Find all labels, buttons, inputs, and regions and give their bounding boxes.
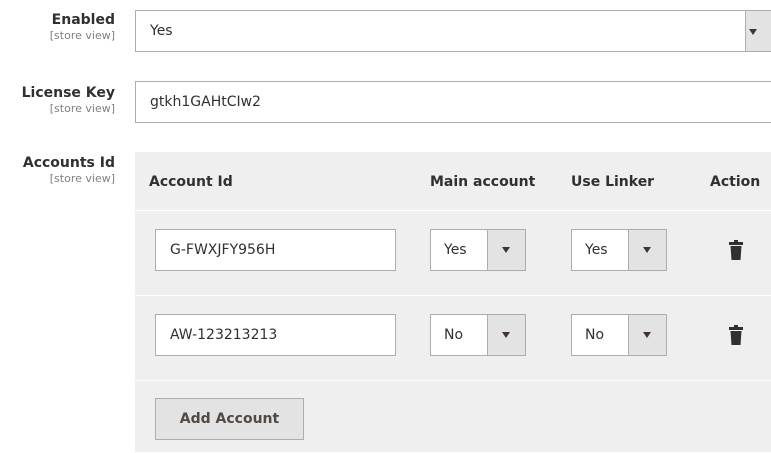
main-account-select[interactable]: Yes [430,229,526,271]
use-linker-select[interactable]: No [571,314,667,356]
main-account-select[interactable]: No [430,314,526,356]
main-account-toggle[interactable] [487,230,525,270]
license-key-value: gtkh1GAHtCIw2 [150,94,261,110]
license-key-label: License Key [21,85,115,101]
header-account-id: Account Id [149,174,233,190]
chevron-down-icon [502,332,510,338]
use-linker-select[interactable]: Yes [571,229,667,271]
license-key-label-group: License Key [store view] [22,85,115,117]
accounts-id-scope: [store view] [49,172,115,185]
use-linker-value: No [585,327,605,343]
trash-icon[interactable] [729,240,743,260]
row-divider [135,295,771,296]
enabled-select[interactable]: Yes [135,10,771,52]
enabled-select-toggle[interactable] [745,11,771,51]
row-divider [135,380,771,381]
account-id-input[interactable]: G-FWXJFY956H [155,229,396,271]
header-use-linker: Use Linker [571,174,655,190]
main-account-toggle[interactable] [487,315,525,355]
license-key-input[interactable]: gtkh1GAHtCIw2 [135,81,771,123]
use-linker-toggle[interactable] [628,315,666,355]
license-key-scope: [store view] [49,102,115,115]
chevron-down-icon [643,247,651,253]
row-divider [135,210,771,211]
chevron-down-icon [502,247,510,253]
add-account-button[interactable]: Add Account [155,398,304,440]
enabled-select-value: Yes [150,23,173,39]
header-action: Action [710,174,761,190]
main-account-value: Yes [444,242,467,258]
accounts-id-label: Accounts Id [22,155,115,171]
use-linker-toggle[interactable] [628,230,666,270]
account-id-value: AW-123213213 [170,327,278,343]
accounts-grid: Account Id Main account Use Linker Actio… [135,152,771,452]
main-account-value: No [444,327,464,343]
account-id-value: G-FWXJFY956H [170,242,276,258]
enabled-label: Enabled [51,12,115,28]
trash-icon[interactable] [729,325,743,345]
use-linker-value: Yes [585,242,608,258]
accounts-id-label-group: Accounts Id [store view] [23,155,115,187]
enabled-label-group: Enabled [store view] [50,12,115,44]
enabled-scope: [store view] [49,29,115,42]
chevron-down-icon [643,332,651,338]
chevron-down-icon [749,29,757,35]
account-id-input[interactable]: AW-123213213 [155,314,396,356]
header-main-account: Main account [430,174,536,190]
